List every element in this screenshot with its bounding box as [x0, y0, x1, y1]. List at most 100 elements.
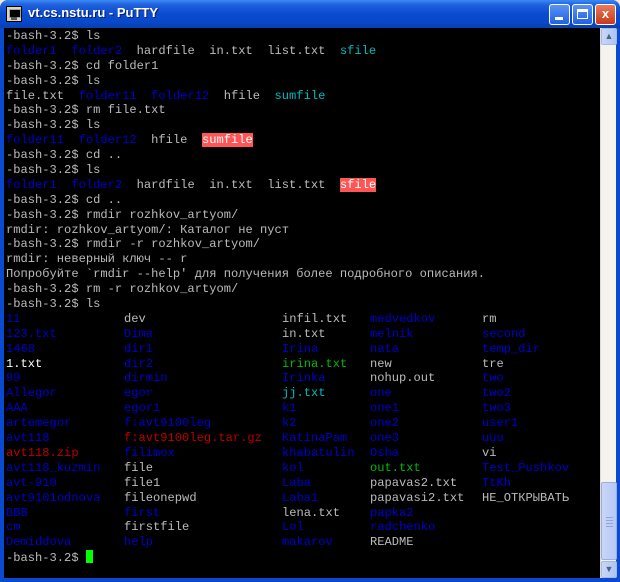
listing-entry: one2 — [370, 416, 400, 431]
listing-entry: first — [124, 505, 161, 520]
listing-entry: one3 — [370, 431, 400, 446]
maximize-button[interactable] — [572, 4, 593, 25]
listing-row: cm firstfile Lol radchenko — [6, 520, 600, 535]
terminal-text: -bash-3.2$ rmdir rozhkov_artyom/ — [6, 207, 239, 222]
listing-row: 1468 dir1 Irina nata temp_dir — [6, 342, 600, 357]
listing-row: Demiddova help makarov README — [6, 535, 600, 550]
scroll-up-button[interactable]: ▲ — [601, 28, 617, 45]
terminal-text: sfile — [339, 43, 377, 58]
listing-entry: artemegor — [6, 416, 72, 431]
listing-entry: firstfile — [124, 520, 190, 535]
listing-entry: fileonepwd — [124, 490, 197, 505]
listing-entry: f:avt9100leg.tar.gz — [124, 431, 262, 446]
listing-entry: cm — [6, 520, 21, 535]
terminal-line: -bash-3.2$ rmdir -r rozhkov_artyom/ — [6, 237, 600, 252]
listing-entry: irina.txt — [282, 356, 348, 371]
listing-entry: egor1 — [124, 401, 161, 416]
scroll-down-button[interactable]: ▼ — [601, 561, 617, 578]
terminal-text: -bash-3.2$ ls — [6, 29, 101, 43]
minimize-button[interactable] — [549, 4, 570, 25]
terminal-text: -bash-3.2$ ls — [6, 73, 101, 88]
listing-entry: two — [482, 371, 504, 386]
listing-entry: help — [124, 535, 154, 550]
terminal-text: folder11 — [78, 88, 137, 103]
terminal-line: -bash-3.2$ rm -r rozhkov_artyom/ — [6, 282, 600, 297]
listing-entry: 1.txt — [6, 356, 43, 371]
terminal-text: folder12 — [151, 88, 210, 103]
listing-entry: Allegor — [6, 386, 57, 401]
terminal-line: -bash-3.2$ rmdir rozhkov_artyom/ — [6, 208, 600, 223]
terminal-text: -bash-3.2$ ls — [6, 118, 101, 133]
listing-entry: jj.txt — [282, 386, 326, 401]
listing-entry: avt118_kuzmin — [6, 460, 101, 475]
listing-entry: avt118.zip — [6, 445, 79, 460]
terminal-line: Попробуйте `rmdir --help' для получения … — [6, 267, 600, 282]
terminal-line: rmdir: неверный ключ -- r — [6, 252, 600, 267]
listing-entry: out.txt — [370, 460, 421, 475]
listing-entry: khabatulin — [282, 445, 355, 460]
listing-entry: 11 — [6, 311, 21, 326]
listing-entry: Dima — [124, 326, 154, 341]
terminal-text: file.txt — [6, 88, 79, 103]
putty-app-icon[interactable] — [6, 6, 22, 22]
listing-entry: BBB — [6, 505, 28, 520]
scroll-thumb[interactable] — [601, 482, 617, 560]
terminal-text: sfile — [339, 177, 377, 192]
listing-entry: makarov — [282, 535, 333, 550]
listing-entry: avt9101odnova — [6, 490, 101, 505]
listing-row: Allegor egor jj.txt one two2 — [6, 386, 600, 401]
terminal-line: -bash-3.2$ ls — [6, 29, 600, 44]
terminal-text: -bash-3.2$ rm -r rozhkov_artyom/ — [6, 282, 239, 297]
terminal-text: -bash-3.2$ cd .. — [6, 192, 123, 207]
terminal-text: rmdir: rozhkov_artyom/: Каталог не пуст — [6, 222, 290, 237]
terminal-text: rmdir: неверный ключ -- r — [6, 252, 188, 267]
listing-entry: dir1 — [124, 341, 154, 356]
listing-entry: k2 — [282, 416, 297, 431]
listing-entry: radchenko — [370, 520, 436, 535]
listing-row: avt118 f:avt9100leg.tar.gz KatinaPam one3 uu… — [6, 431, 600, 446]
listing-row: avt118.zip filimox khabatulin Osha vi — [6, 446, 600, 461]
listing-row: avt118_kuzmin file kol out.txt Test_Pushkov — [6, 461, 600, 476]
terminal-output: -bash-3.2$ ls folder1 folder2 hardfile in… — [6, 29, 600, 312]
close-button[interactable]: x — [595, 4, 616, 25]
listing-entry: egor — [124, 386, 154, 401]
listing-entry: one1 — [370, 401, 400, 416]
listing-entry: dir2 — [124, 356, 154, 371]
title-bar[interactable]: vt.cs.nstu.ru - PuTTY x — [0, 0, 620, 28]
listing-entry: AAA — [6, 401, 28, 416]
listing-entry: two3 — [482, 401, 512, 416]
terminal-text: -bash-3.2$ cd folder1 — [6, 58, 159, 73]
terminal-text: -bash-3.2$ rm file.txt — [6, 103, 166, 118]
scroll-grip — [606, 517, 613, 518]
listing-entry: 1468 — [6, 341, 36, 356]
listing-entry: TtKh — [482, 475, 512, 490]
listing-entry: avt-910 — [6, 475, 57, 490]
terminal-line: folder1 folder2 hardfile in.txt list.txt… — [6, 44, 600, 59]
listing-entry: file — [124, 460, 154, 475]
listing-entry: papavasi2.txt — [370, 490, 465, 505]
vertical-scrollbar[interactable]: ▲ ▼ — [600, 28, 617, 578]
listing-entry: uuu — [482, 431, 504, 446]
listing-entry: Irina — [282, 341, 319, 356]
listing-entry: Test_Pushkov — [482, 460, 570, 475]
listing-entry: Laba — [282, 475, 312, 490]
listing-entry: two2 — [482, 386, 512, 401]
terminal-area[interactable]: -bash-3.2$ ls folder1 folder2 hardfile in… — [4, 28, 600, 578]
minimize-icon — [555, 17, 563, 20]
terminal-line: -bash-3.2$ cd .. — [6, 148, 600, 163]
terminal-cursor — [85, 550, 93, 564]
listing-entry: in.txt — [282, 326, 326, 341]
listing-entry: Laba1 — [282, 490, 319, 505]
listing-entry: nohup.out — [370, 371, 436, 386]
listing-entry: medvedkov — [370, 311, 436, 326]
listing-entry: new — [370, 356, 392, 371]
listing-entry: НЕ_ОТКРЫВАТЬ — [482, 490, 570, 505]
listing-row: artemegor f:avt9100leg k2 one2 user1 — [6, 416, 600, 431]
terminal-line: file.txt folder11 folder12 hfile sumfile — [6, 89, 600, 104]
listing-entry: Irinka — [282, 371, 326, 386]
terminal-prompt-line[interactable]: -bash-3.2$ — [6, 550, 600, 565]
scroll-grip — [606, 520, 613, 521]
